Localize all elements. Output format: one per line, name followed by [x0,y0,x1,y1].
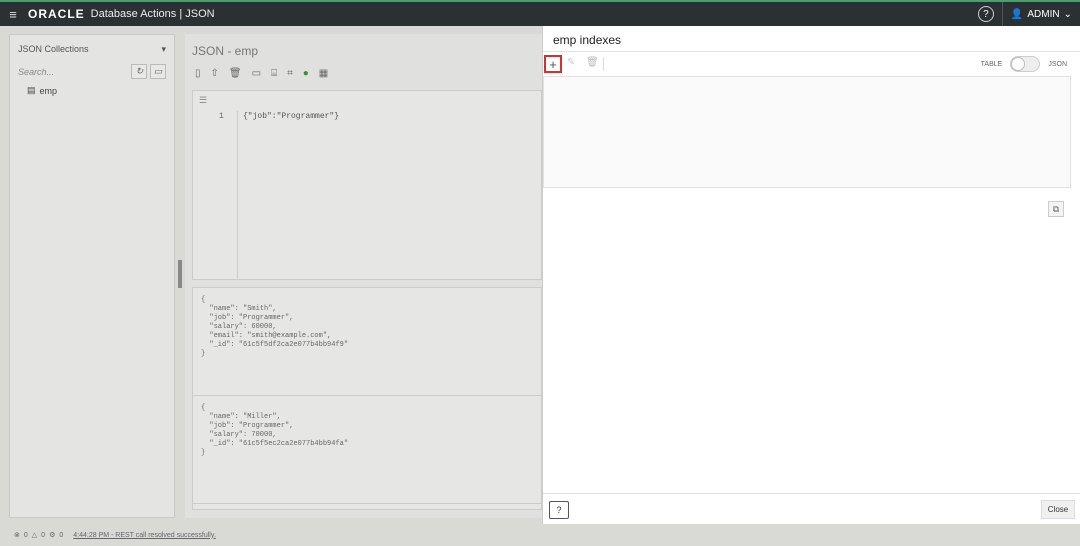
oracle-logo: ORACLE [28,7,85,21]
schema-icon[interactable]: ⌗ [287,68,293,79]
status-message-link[interactable]: 4:44:28 PM - REST call resolved successf… [73,532,216,539]
drawer-title: emp indexes [553,33,622,47]
line-number: 1 [219,112,224,121]
collection-item-emp[interactable]: ▤ emp [10,79,174,102]
editor-toolbar: ▯ ⇧ 🗑 ▭ ⌸ ⌗ ● ▦ [195,68,328,79]
user-label: ADMIN [1027,8,1060,20]
copy-icon[interactable]: ⧉ [1048,201,1064,217]
format-icon[interactable]: ☰ [199,95,207,106]
edit-icon[interactable]: ✎ [567,57,575,68]
chevron-down-icon: ⌄ [1063,8,1072,20]
results-panel: { "name": "Smith", "job": "Programmer", … [192,287,542,510]
toggle-knob [1011,57,1026,71]
query-editor[interactable]: ☰ 1 {"job":"Programmer"} [192,90,542,280]
line-gutter [193,111,238,279]
query-code[interactable]: {"job":"Programmer"} [243,112,339,121]
add-index-button[interactable]: + [544,55,562,73]
view-toggle[interactable] [1010,56,1041,72]
report-icon[interactable]: ▦ [319,68,328,79]
search-input[interactable]: Search... [18,67,54,77]
folder-icon[interactable]: ▭ [252,68,261,79]
indexes-drawer: emp indexes + ✎ 🗑 TABLE JSON ⧉ ? Close [542,26,1080,524]
user-icon: 👤 [1010,8,1024,20]
indexes-icon[interactable]: ⌸ [271,68,277,79]
editor-area: JSON - emp ▯ ⇧ 🗑 ▭ ⌸ ⌗ ● ▦ ☰ 1 {"job":"P… [185,34,542,518]
hamburger-menu-icon[interactable]: ≡ [0,7,26,22]
drawer-footer: ? Close [543,493,1080,524]
run-icon[interactable]: ● [303,68,309,79]
status-bar: ⊗ 0 △ 0 ⚙ 0 4:44:28 PM - REST call resol… [0,524,1080,546]
divider [1001,2,1003,26]
document-card[interactable]: { "name": "Miller", "job": "Programmer",… [193,396,541,504]
task-count: 0 [59,531,64,539]
error-icon: ⊗ [14,532,20,539]
top-bar: ≡ ORACLE Database Actions | JSON ? 👤 ADM… [0,0,1080,26]
collections-panel: JSON Collections ▾ Search... ↻ ▭ ▤ emp [9,34,175,518]
new-document-icon[interactable]: ▯ [195,68,201,79]
delete-icon[interactable]: 🗑 [229,68,242,79]
help-icon[interactable]: ? [549,501,569,519]
error-count: 0 [23,531,28,539]
collections-header: JSON Collections [18,44,89,54]
indexes-table [543,76,1071,188]
close-button[interactable]: Close [1041,500,1075,519]
app-title: Database Actions | JSON [90,8,215,20]
warning-icon: △ [31,532,38,539]
user-menu[interactable]: 👤 ADMIN ⌄ [1011,9,1072,20]
toggle-label-json: JSON [1048,60,1067,68]
delete-icon[interactable]: 🗑 [586,57,599,68]
gear-icon: ⚙ [49,532,56,539]
panel-splitter[interactable] [178,260,182,288]
divider [603,57,604,71]
toggle-label-table: TABLE [980,60,1003,68]
new-folder-icon[interactable]: ▭ [150,64,166,79]
collection-label: emp [39,85,58,96]
warning-count: 0 [41,531,46,539]
collection-title: JSON - emp [192,44,259,58]
chevron-down-icon[interactable]: ▾ [161,44,166,55]
help-icon[interactable]: ? [977,6,994,22]
refresh-icon[interactable]: ↻ [131,64,148,79]
collection-icon: ▤ [27,85,36,95]
upload-icon[interactable]: ⇧ [211,68,219,79]
document-card[interactable]: { "name": "Smith", "job": "Programmer", … [193,288,541,396]
divider [543,51,1080,52]
indexes-toolbar: + ✎ 🗑 TABLE JSON [543,54,1080,74]
